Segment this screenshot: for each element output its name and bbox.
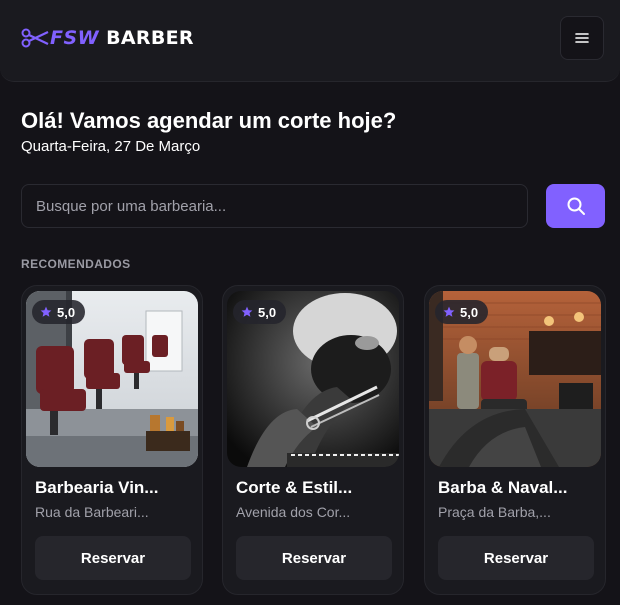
barbershop-card[interactable]: 5,0 Barbearia Vin... Rua da Barbeari... … [21, 285, 203, 595]
star-icon [443, 306, 455, 317]
scissors-icon [21, 28, 49, 48]
logo[interactable]: FSW BARBER [21, 25, 194, 51]
logo-accent-text: FSW [50, 27, 100, 49]
section-title-recommended: RECOMENDADOS [21, 257, 131, 271]
star-icon [40, 306, 52, 317]
current-date: Quarta-Feira, 27 De Março [21, 138, 201, 155]
barbershop-image: 5,0 [26, 291, 198, 467]
search-icon [567, 197, 585, 215]
menu-button[interactable] [560, 16, 604, 60]
reserve-button[interactable]: Reservar [236, 536, 392, 580]
search-input[interactable] [21, 184, 528, 228]
barbershop-image: 5,0 [429, 291, 601, 467]
rating-badge: 5,0 [233, 300, 287, 324]
logo-text: BARBER [106, 27, 194, 49]
barbershop-address: Avenida dos Cor... [236, 504, 351, 520]
barbershop-card[interactable]: 5,0 Barba & Naval... Praça da Barba,... … [424, 285, 606, 595]
star-icon [241, 306, 253, 317]
app-header: FSW BARBER [0, 0, 620, 82]
rating-value: 5,0 [258, 304, 277, 320]
rating-badge: 5,0 [32, 300, 86, 324]
menu-icon [575, 33, 589, 43]
rating-badge: 5,0 [435, 300, 489, 324]
reserve-button[interactable]: Reservar [438, 536, 594, 580]
barbershop-name: Corte & Estil... [236, 478, 353, 497]
barbershop-name: Barbearia Vin... [35, 478, 159, 497]
rating-value: 5,0 [460, 304, 479, 320]
reserve-button[interactable]: Reservar [35, 536, 191, 580]
barbershop-address: Rua da Barbeari... [35, 504, 149, 520]
barbershop-image: 5,0 [227, 291, 399, 467]
barbershop-name: Barba & Naval... [438, 478, 568, 497]
rating-value: 5,0 [57, 304, 76, 320]
greeting-title: Olá! Vamos agendar um corte hoje? [21, 108, 397, 133]
search-button[interactable] [546, 184, 605, 228]
barbershop-card[interactable]: 5,0 Corte & Estil... Avenida dos Cor... … [222, 285, 404, 595]
barbershop-address: Praça da Barba,... [438, 504, 551, 520]
